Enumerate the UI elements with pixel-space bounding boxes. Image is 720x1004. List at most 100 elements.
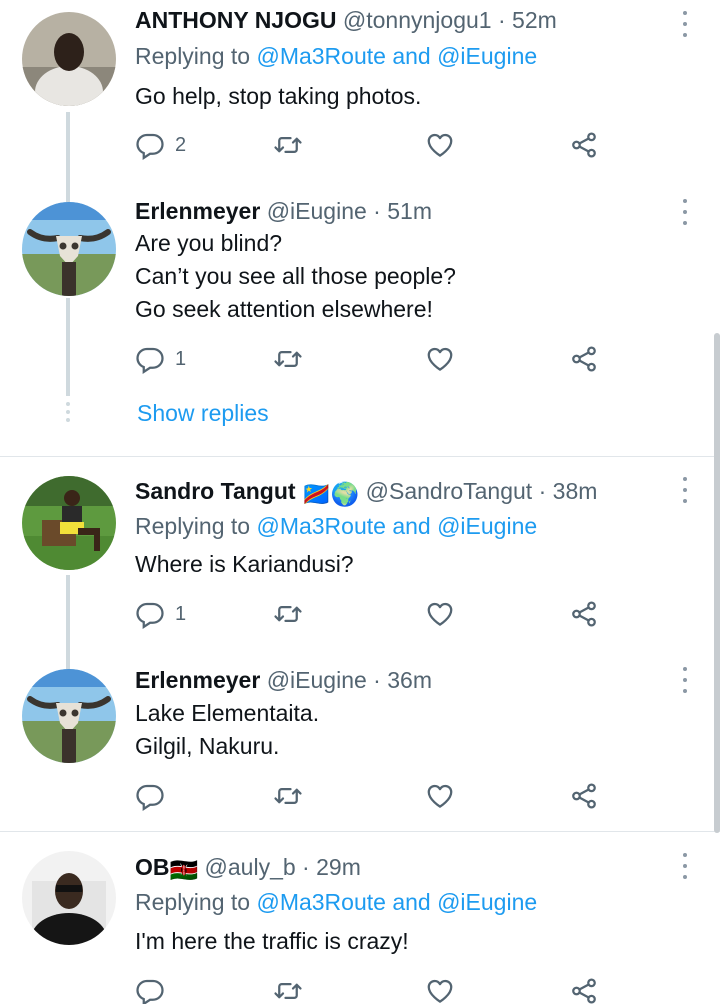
reply-count: 1 xyxy=(175,347,187,370)
share-button[interactable] xyxy=(569,127,599,163)
reply-icon xyxy=(136,133,164,160)
tweet-erlenmeyer-1[interactable]: Erlenmeyer @iEugine · 51m Are you blind?… xyxy=(0,190,720,456)
replying-mentions[interactable]: @Ma3Route and @iEugine xyxy=(256,43,537,69)
share-icon xyxy=(572,346,596,372)
like-button[interactable] xyxy=(425,973,455,1004)
tweet-text: I'm here the traffic is crazy! xyxy=(135,925,409,958)
more-vertical-icon[interactable] xyxy=(680,477,690,503)
display-name[interactable]: Erlenmeyer xyxy=(135,667,260,693)
tweet-actions: 2 xyxy=(135,127,615,163)
retweet-button[interactable] xyxy=(273,341,303,377)
timestamp[interactable]: 38m xyxy=(553,478,598,504)
share-button[interactable] xyxy=(569,778,599,814)
tweet-actions: 1 xyxy=(135,341,615,377)
tweet-actions: 1 xyxy=(135,596,615,632)
retweet-icon xyxy=(274,137,302,153)
username[interactable]: @auly_b xyxy=(205,854,296,880)
username[interactable]: @tonnynjogu1 xyxy=(343,7,492,33)
reply-button[interactable] xyxy=(135,973,165,1004)
heart-icon xyxy=(427,784,453,808)
avatar-image xyxy=(22,476,116,570)
retweet-button[interactable] xyxy=(273,973,303,1004)
username[interactable]: @SandroTangut xyxy=(366,478,533,504)
avatar-image xyxy=(22,669,116,763)
tweet-text-line: Can’t you see all those people? xyxy=(135,263,456,289)
like-button[interactable] xyxy=(425,127,455,163)
retweet-button[interactable] xyxy=(273,596,303,632)
thread-line xyxy=(66,657,70,669)
display-name[interactable]: ANTHONY NJOGU xyxy=(135,7,337,33)
more-vertical-icon[interactable] xyxy=(680,667,690,693)
thread-dots xyxy=(66,402,70,422)
tweet-text: Are you blind? Can’t you see all those p… xyxy=(135,227,456,326)
retweet-icon xyxy=(274,606,302,622)
tweet-text-line: Where is Kariandusi? xyxy=(135,551,354,577)
timestamp[interactable]: 29m xyxy=(316,854,361,880)
flag-emoji: 🇰🇪 xyxy=(169,857,199,883)
replying-mentions[interactable]: @Ma3Route and @iEugine xyxy=(256,889,537,915)
username[interactable]: @iEugine xyxy=(267,667,367,693)
more-vertical-icon[interactable] xyxy=(680,853,690,879)
avatar[interactable] xyxy=(22,851,116,945)
tweet-text-line: Go help, stop taking photos. xyxy=(135,83,422,109)
avatar[interactable] xyxy=(22,669,116,763)
thread-line xyxy=(66,112,70,194)
heart-icon xyxy=(427,602,453,626)
share-button[interactable] xyxy=(569,596,599,632)
tweet-text-line: Lake Elementaita. xyxy=(135,700,320,726)
tweet-text-line: Gilgil, Nakuru. xyxy=(135,733,280,759)
reply-button[interactable] xyxy=(135,778,165,814)
share-icon xyxy=(572,132,596,158)
thread-line xyxy=(66,298,70,396)
reply-count: 2 xyxy=(175,133,187,156)
share-icon xyxy=(572,783,596,809)
tweet-sandro-tangut[interactable]: Sandro Tangut 🇨🇩🌍 @SandroTangut · 38m Re… xyxy=(0,457,720,667)
tweet-anthony-njogu[interactable]: ANTHONY NJOGU @tonnynjogu1 · 52m Replyin… xyxy=(0,0,720,194)
username[interactable]: @iEugine xyxy=(267,198,367,224)
avatar-image xyxy=(22,12,116,106)
tweet-ob[interactable]: OB🇰🇪 @auly_b · 29m Replying to @Ma3Route… xyxy=(0,832,720,1004)
like-button[interactable] xyxy=(425,596,455,632)
avatar[interactable] xyxy=(22,12,116,106)
show-replies-link[interactable]: Show replies xyxy=(137,398,269,428)
separator: · xyxy=(373,667,381,693)
thread-line xyxy=(66,190,70,202)
timestamp[interactable]: 52m xyxy=(512,7,557,33)
timestamp[interactable]: 51m xyxy=(387,198,432,224)
reply-button[interactable]: 2 xyxy=(135,127,186,163)
timestamp[interactable]: 36m xyxy=(387,667,432,693)
retweet-button[interactable] xyxy=(273,778,303,814)
reply-icon xyxy=(136,347,164,374)
flag-emoji: 🇨🇩🌍 xyxy=(301,481,360,507)
more-vertical-icon[interactable] xyxy=(680,199,690,225)
display-name[interactable]: OB xyxy=(135,854,170,880)
tweet-text-line: Go seek attention elsewhere! xyxy=(135,296,433,322)
reply-count: 1 xyxy=(175,602,187,625)
tweet-text-line: I'm here the traffic is crazy! xyxy=(135,928,409,954)
display-name[interactable]: Erlenmeyer xyxy=(135,198,260,224)
like-button[interactable] xyxy=(425,341,455,377)
avatar[interactable] xyxy=(22,476,116,570)
separator: · xyxy=(373,198,381,224)
heart-icon xyxy=(427,347,453,371)
scrollbar[interactable] xyxy=(714,333,720,833)
share-button[interactable] xyxy=(569,341,599,377)
like-button[interactable] xyxy=(425,778,455,814)
reply-button[interactable]: 1 xyxy=(135,341,186,377)
replying-to: Replying to @Ma3Route and @iEugine xyxy=(135,511,537,541)
heart-icon xyxy=(427,133,453,157)
separator: · xyxy=(302,854,310,880)
tweet-erlenmeyer-2[interactable]: Erlenmeyer @iEugine · 36m Lake Elementai… xyxy=(0,657,720,831)
replying-prefix: Replying to xyxy=(135,513,251,539)
replying-to: Replying to @Ma3Route and @iEugine xyxy=(135,887,537,917)
retweet-button[interactable] xyxy=(273,127,303,163)
more-vertical-icon[interactable] xyxy=(680,11,690,37)
avatar[interactable] xyxy=(22,202,116,296)
replying-mentions[interactable]: @Ma3Route and @iEugine xyxy=(256,513,537,539)
reply-icon xyxy=(136,979,164,1004)
display-name[interactable]: Sandro Tangut xyxy=(135,478,296,504)
share-icon xyxy=(572,601,596,627)
reply-button[interactable]: 1 xyxy=(135,596,186,632)
retweet-icon xyxy=(274,788,302,804)
share-button[interactable] xyxy=(569,973,599,1004)
